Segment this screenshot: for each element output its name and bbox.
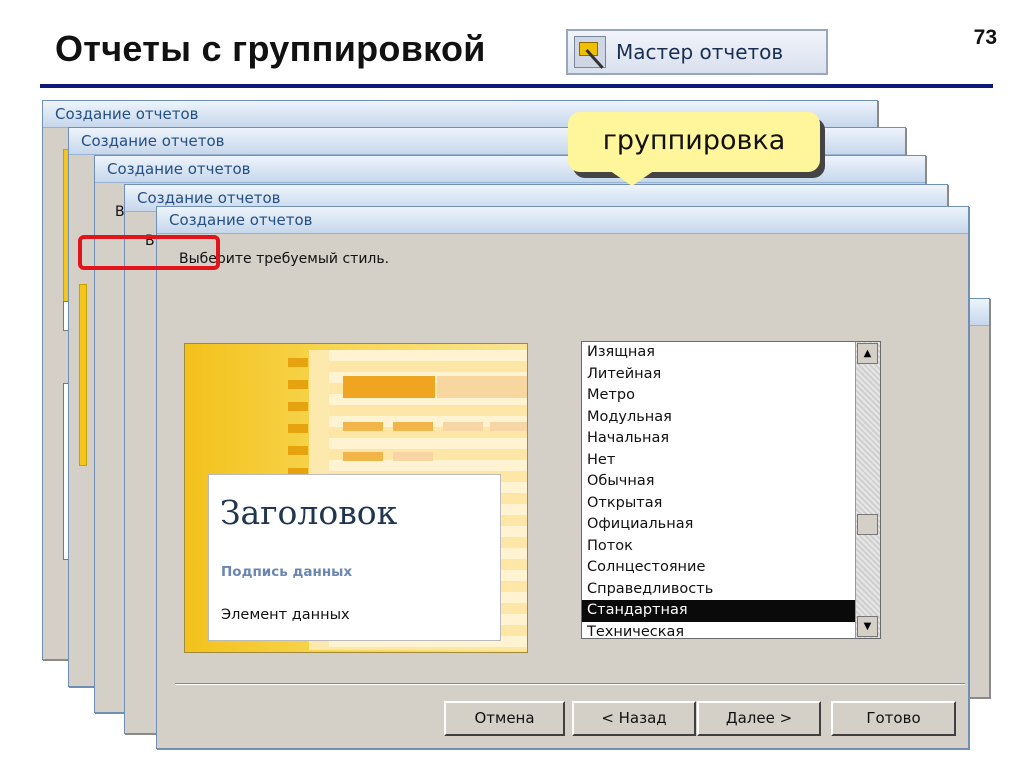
style-list-item[interactable]: Нет [582,450,856,472]
style-list-item[interactable]: Справедливость [582,579,856,601]
preview-row-block [343,452,383,461]
preview-row-block [343,422,383,431]
style-list-item[interactable]: Официальная [582,514,856,536]
back-button[interactable]: < Назад [572,701,696,736]
callout-pointer [606,168,658,186]
style-list-item[interactable]: Обычная [582,471,856,493]
preview-binder-tab [288,402,308,411]
preview-binder-tab [288,358,308,367]
preview-header-block [343,376,435,398]
style-list-item[interactable]: Открытая [582,493,856,515]
magic-wand-icon [574,36,606,68]
dialog-separator [175,683,965,685]
style-preview: Заголовок Подпись данных Элемент данных [184,343,528,653]
style-list-item[interactable]: Модульная [582,407,856,429]
preview-data-item: Элемент данных [221,607,350,623]
style-list-item[interactable]: Поток [582,536,856,558]
report-style-dialog: Создание отчетов Выберите требуемый стил… [156,206,969,749]
slide-title: Отчеты с группировкой [55,28,486,69]
preview-header-block [437,376,527,398]
style-list-item[interactable]: Литейная [582,364,856,386]
preview-binder-tab [288,424,308,433]
preview-row-block [393,422,433,431]
cancel-button[interactable]: Отмена [444,701,565,736]
dialog-strip [79,284,87,466]
style-listbox[interactable]: Изящная Литейная Метро Модульная Начальная Не… [581,341,881,639]
style-list-item[interactable]: Начальная [582,428,856,450]
title-underline [40,84,993,88]
report-wizard-button[interactable]: Мастер отчетов [566,29,828,75]
preview-binder-tab [288,380,308,389]
page-number: 73 [973,26,997,49]
preview-caption: Подпись данных [221,564,353,580]
preview-row-block [490,422,527,431]
preview-heading: Заголовок [220,493,398,532]
style-list-item[interactable]: Солнцестояние [582,557,856,579]
preview-row-block [443,422,483,431]
style-list: Изящная Литейная Метро Модульная Начальная Не… [582,342,856,639]
dialog-title: Создание отчетов [157,207,968,234]
scroll-down-button[interactable]: ▼ [857,616,878,637]
style-list-item[interactable]: Изящная [582,342,856,364]
report-wizard-label: Мастер отчетов [616,40,784,64]
preview-row-block [393,452,433,461]
style-list-item[interactable]: Стандартная [582,600,856,622]
scroll-up-button[interactable]: ▲ [857,343,878,364]
grouping-callout: группировка [568,112,820,172]
finish-button[interactable]: Готово [831,701,956,736]
listbox-scrollbar[interactable]: ▲ ▼ [855,342,880,638]
style-list-item[interactable]: Техническая [582,622,856,639]
preview-binder-tab [288,446,308,455]
red-highlight-box [78,235,220,270]
style-list-item[interactable]: Метро [582,385,856,407]
next-button[interactable]: Далее > [697,701,821,736]
scrollbar-thumb[interactable] [857,514,878,535]
preview-title-card: Заголовок Подпись данных Элемент данных [208,474,501,641]
